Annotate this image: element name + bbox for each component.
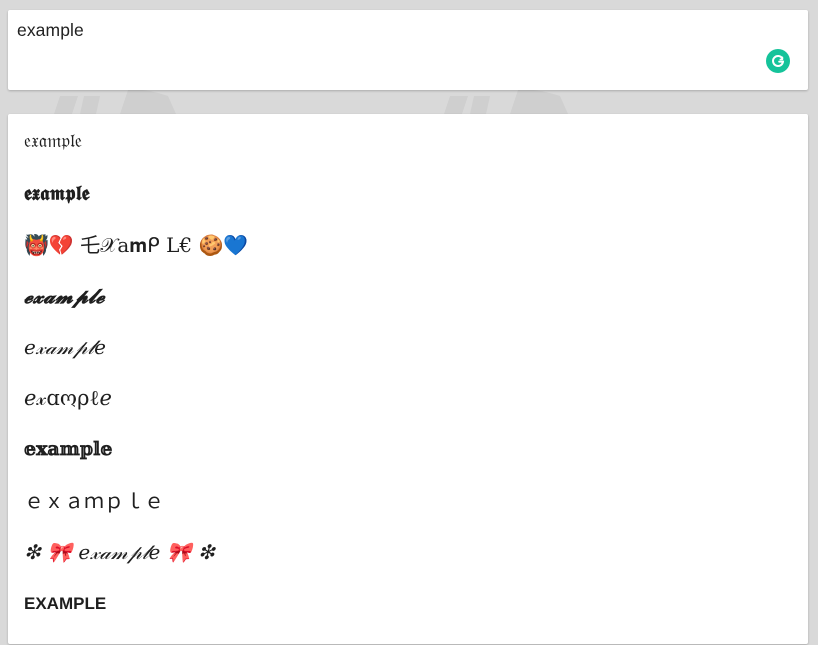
font-result-text: 👹💔 乇𝒳a𝐦ᑭ L€ 🍪💙 <box>24 232 249 257</box>
font-result-item[interactable]: 𝔢𝔵𝔞𝔪𝔭𝔩𝔢 <box>24 130 792 181</box>
font-result-item[interactable]: 𝑒𝓍𝒶𝓂𝓅𝓁𝑒 <box>24 335 792 386</box>
font-result-item[interactable]: 👹💔 乇𝒳a𝐦ᑭ L€ 🍪💙 <box>24 233 792 284</box>
font-result-item[interactable]: ｅｘａｍｐｌｅ <box>24 489 792 540</box>
font-result-text: ❇ 🎀 𝑒𝓍𝒶𝓂𝓅𝓁𝑒 🎀 ❇ <box>24 540 215 565</box>
font-result-text: 𝔢𝔵𝔞𝔪𝔭𝔩𝔢 <box>24 130 82 152</box>
font-result-item[interactable]: ℯ𝓍ɑოρℓℯ <box>24 386 792 437</box>
font-result-item[interactable]: EXAMPLE <box>24 592 792 645</box>
grammarly-g-icon[interactable] <box>766 49 790 73</box>
input-text-value[interactable]: example <box>17 20 84 41</box>
font-result-text: 𝑒𝓍𝒶𝓂𝓅𝓁𝑒 <box>24 335 106 360</box>
font-result-text: ｅｘａｍｐｌｅ <box>24 489 164 514</box>
grammarly-g-glyph <box>772 55 785 67</box>
font-result-item[interactable]: 𝕖𝕩𝕒𝕞𝕡𝕝𝕖 <box>24 438 792 489</box>
font-result-text: EXAMPLE <box>24 593 107 613</box>
font-result-item[interactable]: 𝖊𝖝𝖆𝖒𝖕𝖑𝖊 <box>24 181 792 232</box>
font-result-text: 𝓮𝔁𝓪𝓶𝓹𝓵𝓮 <box>24 283 105 308</box>
font-result-text: 𝕖𝕩𝕒𝕞𝕡𝕝𝕖 <box>24 437 113 460</box>
font-result-text: 𝖊𝖝𝖆𝖒𝖕𝖑𝖊 <box>24 181 90 206</box>
font-result-item[interactable]: 𝓮𝔁𝓪𝓶𝓹𝓵𝓮 <box>24 284 792 335</box>
text-input-box[interactable]: example <box>8 10 808 90</box>
font-result-text: ℯ𝓍ɑოρℓℯ <box>24 386 112 411</box>
font-results-panel: 𝔢𝔵𝔞𝔪𝔭𝔩𝔢 𝖊𝖝𝖆𝖒𝖕𝖑𝖊 👹💔 乇𝒳a𝐦ᑭ L€ 🍪💙 𝓮𝔁𝓪𝓶𝓹𝓵𝓮 𝑒… <box>8 114 808 644</box>
font-results-list: 𝔢𝔵𝔞𝔪𝔭𝔩𝔢 𝖊𝖝𝖆𝖒𝖕𝖑𝖊 👹💔 乇𝒳a𝐦ᑭ L€ 🍪💙 𝓮𝔁𝓪𝓶𝓹𝓵𝓮 𝑒… <box>24 130 792 645</box>
font-result-item[interactable]: ❇ 🎀 𝑒𝓍𝒶𝓂𝓅𝓁𝑒 🎀 ❇ <box>24 540 792 591</box>
